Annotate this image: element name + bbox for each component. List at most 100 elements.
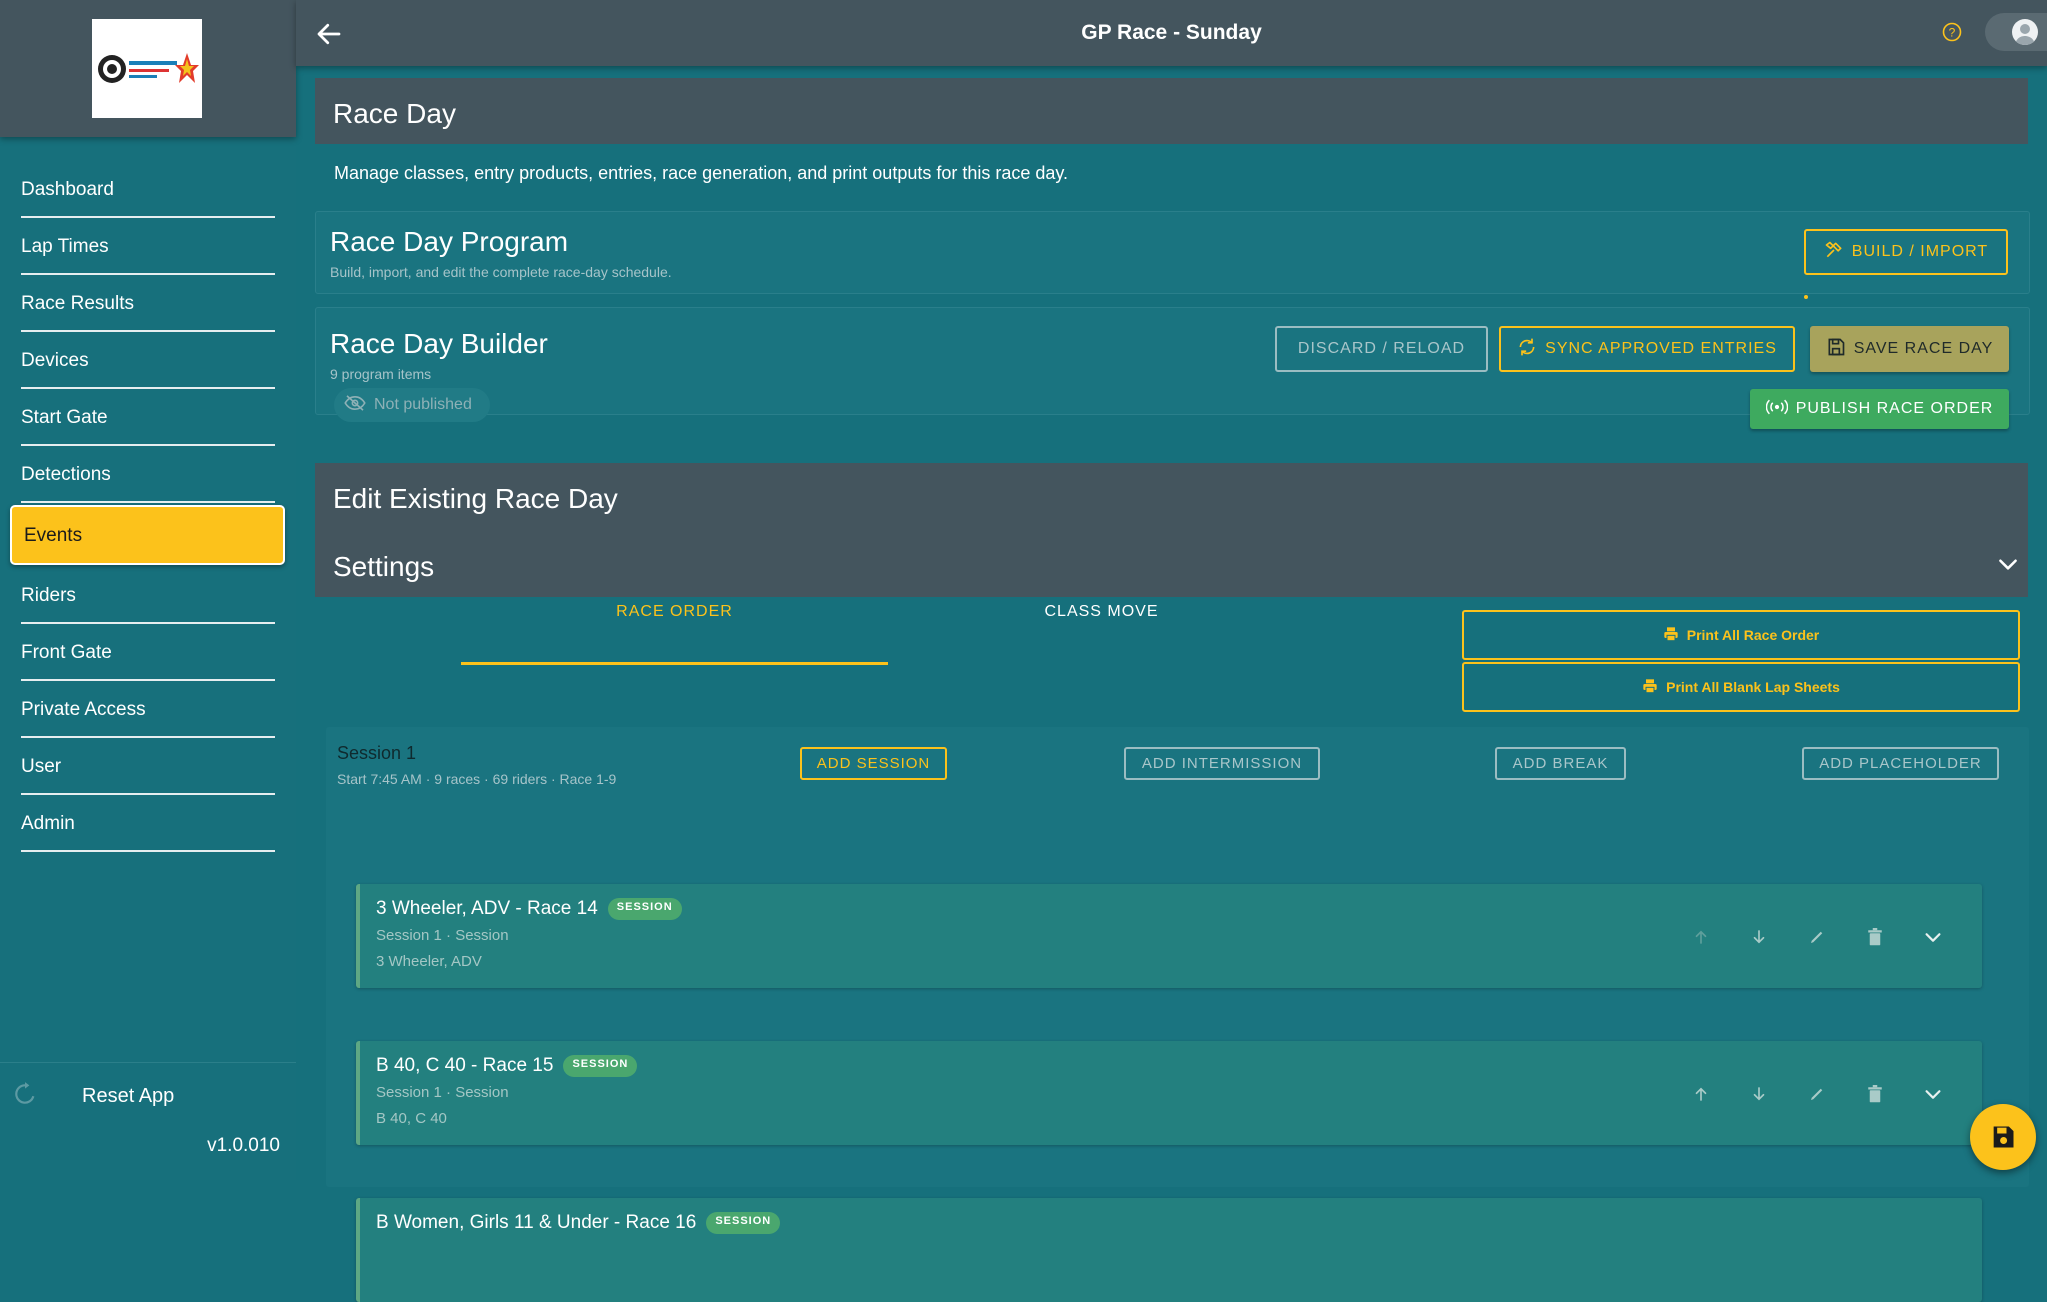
- session-badge: SESSION: [706, 1212, 781, 1234]
- arrow-down-icon: [1753, 1087, 1765, 1101]
- sidebar-item-label: Race Results: [21, 293, 134, 314]
- race-day-header: Race Day: [315, 78, 2028, 144]
- delete-button[interactable]: [1846, 922, 1904, 952]
- print-all-race-order-button[interactable]: Print All Race Order: [1462, 610, 2020, 660]
- list-item[interactable]: B Women, Girls 11 & Under - Race 16 SESS…: [356, 1198, 1982, 1302]
- app-version: v1.0.010: [207, 1135, 280, 1156]
- race-title: B 40, C 40 - Race 15 SESSION: [376, 1055, 638, 1077]
- pencil-icon: [1811, 1088, 1823, 1100]
- user-menu-toggle[interactable]: [1985, 13, 2047, 51]
- delete-button[interactable]: [1846, 1079, 1904, 1109]
- avatar: [2012, 19, 2038, 45]
- main-content: Race Day Manage classes, entry products,…: [296, 66, 2047, 1302]
- sidebar-item-label: User: [21, 756, 62, 777]
- print-all-blank-lap-sheets-button[interactable]: Print All Blank Lap Sheets: [1462, 662, 2020, 712]
- sidebar-item-dashboard[interactable]: Dashboard: [21, 161, 275, 218]
- arrow-up-icon: [1695, 930, 1707, 944]
- add-placeholder-button[interactable]: ADD PLACEHOLDER: [1802, 747, 1999, 780]
- add-break-label: ADD BREAK: [1512, 755, 1609, 772]
- logo-area: [0, 0, 296, 137]
- tab-class-move[interactable]: CLASS MOVE: [888, 603, 1315, 621]
- edit-button[interactable]: [1788, 1079, 1846, 1109]
- page-title: GP Race - Sunday: [1081, 21, 1262, 44]
- sidebar-item-events[interactable]: Events: [10, 505, 285, 565]
- race-day-program-card: Race Day Program Build, import, and edit…: [315, 211, 2030, 299]
- sidebar-item-label: Start Gate: [21, 407, 108, 428]
- edit-heading: Edit Existing Race Day: [333, 483, 618, 514]
- sidebar-item-label: Admin: [21, 813, 75, 834]
- program-subtitle: Build, import, and edit the complete rac…: [330, 264, 672, 280]
- printer-icon: [1642, 678, 1658, 697]
- status-label: Not published: [374, 396, 472, 413]
- tab-race-order[interactable]: RACE ORDER: [461, 603, 888, 621]
- sidebar-item-riders[interactable]: Riders: [21, 567, 275, 624]
- tab-active-indicator: [461, 662, 888, 665]
- builder-count: 9 program items: [330, 366, 432, 382]
- edit-button[interactable]: [1788, 922, 1846, 952]
- session-meta: Start 7:45 AM · 9 races · 69 riders · Ra…: [337, 771, 617, 787]
- refresh-icon: [12, 1081, 38, 1112]
- sidebar-footer: Reset App v1.0.010: [0, 1062, 296, 1181]
- program-title: Race Day Program: [330, 226, 569, 257]
- printer-icon: [1663, 626, 1679, 645]
- sidebar-item-start-gate[interactable]: Start Gate: [21, 389, 275, 446]
- sidebar-item-admin[interactable]: Admin: [21, 795, 275, 852]
- sidebar-item-label: Private Access: [21, 699, 146, 720]
- expand-button[interactable]: [1904, 1079, 1962, 1109]
- sidebar-item-label: Front Gate: [21, 642, 112, 663]
- sidebar-item-label: Detections: [21, 464, 111, 485]
- floating-save-button[interactable]: [1970, 1104, 2036, 1170]
- reset-app-label: Reset App: [82, 1085, 175, 1107]
- sidebar-item-lap-times[interactable]: Lap Times: [21, 218, 275, 275]
- sidebar-item-race-results[interactable]: Race Results: [21, 275, 275, 332]
- move-up-button[interactable]: [1672, 922, 1730, 952]
- sidebar-item-devices[interactable]: Devices: [21, 332, 275, 389]
- svg-text:?: ?: [1949, 26, 1956, 40]
- app-logo[interactable]: [92, 19, 202, 118]
- move-down-button[interactable]: [1730, 1079, 1788, 1109]
- chevron-down-icon: [1925, 1090, 1941, 1099]
- sync-icon: [1517, 337, 1537, 362]
- sidebar-item-user[interactable]: User: [21, 738, 275, 795]
- status-badge: Not published: [334, 388, 490, 422]
- sidebar: Dashboard Lap Times Race Results Devices…: [0, 0, 296, 1180]
- race-title-text: B 40, C 40 - Race 15: [376, 1055, 554, 1076]
- discard-reload-button[interactable]: DISCARD / RELOAD: [1275, 326, 1488, 372]
- save-race-day-button[interactable]: SAVE RACE DAY: [1810, 326, 2009, 372]
- sidebar-nav: Dashboard Lap Times Race Results Devices…: [0, 161, 296, 852]
- sync-approved-entries-button[interactable]: SYNC APPROVED ENTRIES: [1499, 326, 1795, 372]
- build-import-button[interactable]: BUILD / IMPORT: [1804, 229, 2008, 275]
- list-item[interactable]: B 40, C 40 - Race 15 SESSION Session 1 ·…: [356, 1041, 1982, 1145]
- sidebar-item-label: Devices: [21, 350, 89, 371]
- publish-race-order-button[interactable]: PUBLISH RACE ORDER: [1750, 389, 2009, 429]
- pencil-icon: [1811, 931, 1823, 943]
- expand-button[interactable]: [1904, 922, 1962, 952]
- add-session-button[interactable]: ADD SESSION: [800, 747, 947, 780]
- sidebar-item-detections[interactable]: Detections: [21, 446, 275, 503]
- save-icon: [1826, 337, 1846, 362]
- add-intermission-button[interactable]: ADD INTERMISSION: [1124, 747, 1320, 780]
- sidebar-item-label: Lap Times: [21, 236, 109, 257]
- settings-expand-toggle[interactable]: [1995, 551, 2025, 581]
- sidebar-item-private-access[interactable]: Private Access: [21, 681, 275, 738]
- race-title: B Women, Girls 11 & Under - Race 16 SESS…: [376, 1212, 781, 1234]
- add-break-button[interactable]: ADD BREAK: [1495, 747, 1626, 780]
- arrow-up-icon: [1695, 1087, 1707, 1101]
- sidebar-item-front-gate[interactable]: Front Gate: [21, 624, 275, 681]
- tools-icon: [1824, 240, 1844, 265]
- builder-title: Race Day Builder: [330, 328, 548, 359]
- add-intermission-label: ADD INTERMISSION: [1141, 755, 1303, 772]
- race-actions: [1672, 1079, 1962, 1109]
- chevron-down-icon: [1999, 559, 2017, 570]
- race-actions: [1672, 922, 1962, 952]
- list-item[interactable]: 3 Wheeler, ADV - Race 14 SESSION Session…: [356, 884, 1982, 988]
- help-icon[interactable]: ?: [1942, 22, 1962, 42]
- race-session-line: Session 1 · Session: [376, 927, 509, 944]
- move-down-button[interactable]: [1730, 922, 1788, 952]
- race-day-heading: Race Day: [333, 98, 456, 129]
- move-up-button[interactable]: [1672, 1079, 1730, 1109]
- session-panel: Session 1 Start 7:45 AM · 9 races · 69 r…: [326, 727, 2029, 1302]
- eye-off-icon: [344, 394, 366, 416]
- race-class-line: B 40, C 40: [376, 1110, 447, 1127]
- reset-app-button[interactable]: Reset App: [12, 1081, 174, 1112]
